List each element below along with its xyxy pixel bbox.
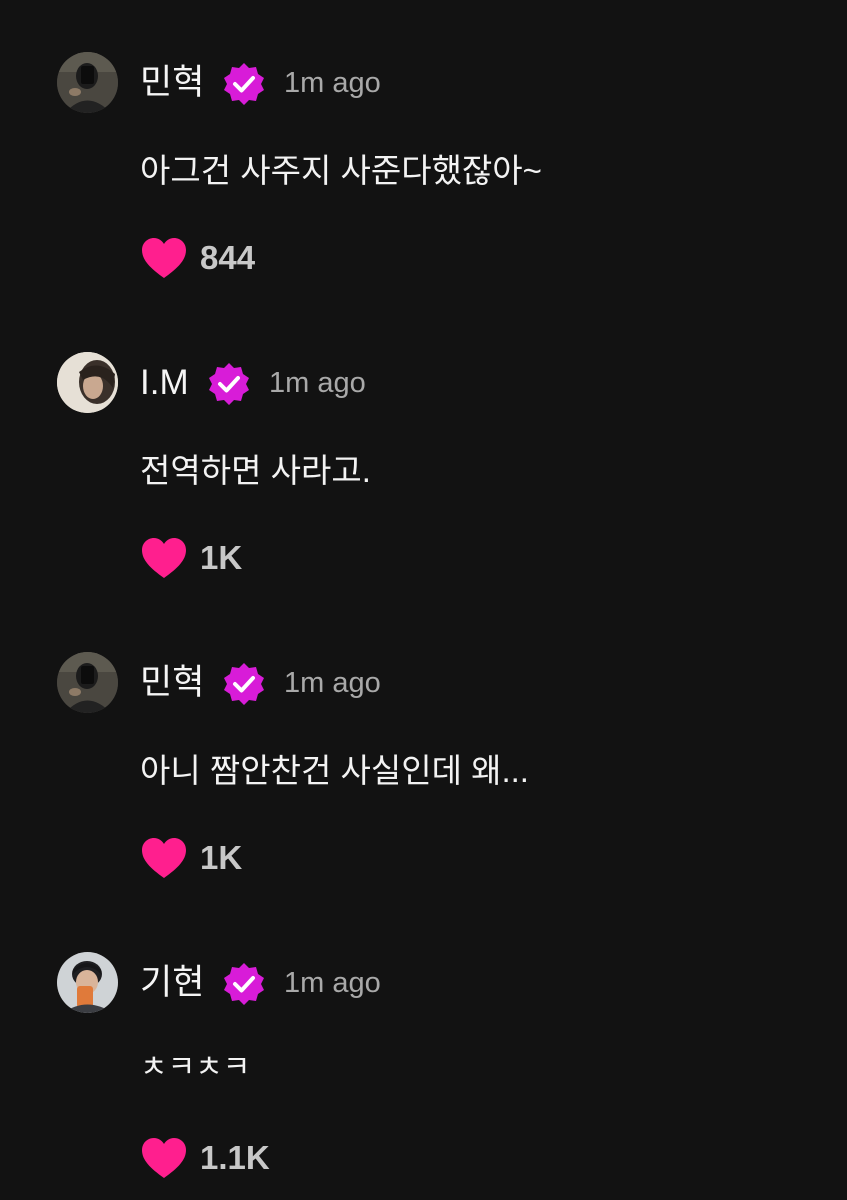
avatar[interactable] — [57, 352, 118, 413]
comment-item: I.M 1m ago 전역하면 사라고. 1K — [0, 300, 847, 600]
like-count: 844 — [200, 239, 256, 276]
avatar[interactable] — [57, 52, 118, 113]
comment-author[interactable]: 기현 — [140, 961, 204, 1005]
like-count: 1K — [200, 839, 243, 876]
like-count: 1.1K — [200, 1139, 270, 1176]
comment-time: 1m ago — [284, 667, 381, 699]
comment-author[interactable]: I.M — [140, 361, 189, 405]
comment-author[interactable]: 민혁 — [140, 61, 204, 105]
avatar-image — [57, 52, 118, 113]
avatar-image — [57, 952, 118, 1013]
comment-item: 민혁 1m ago 아그건 사주지 사준다했잖아~ 844 — [0, 0, 847, 300]
verified-badge-icon — [224, 663, 264, 705]
heart-icon[interactable] — [140, 1136, 188, 1180]
comment-time: 1m ago — [284, 67, 381, 99]
avatar[interactable] — [57, 952, 118, 1013]
like-count: 1K — [200, 539, 243, 576]
avatar-image — [57, 352, 118, 413]
comment-text: 아니 짬안찬건 사실인데 왜... — [140, 752, 529, 789]
comment-text: ㅊㅋㅊㅋ — [140, 1051, 251, 1084]
avatar[interactable] — [57, 652, 118, 713]
comment-time: 1m ago — [269, 367, 366, 399]
heart-icon[interactable] — [140, 236, 188, 280]
verified-badge-icon — [224, 63, 264, 105]
comment-item: 기현 1m ago ㅊㅋㅊㅋ 1.1K — [0, 900, 847, 1200]
comment-author[interactable]: 민혁 — [140, 661, 204, 705]
verified-badge-icon — [209, 363, 249, 405]
comment-item: 민혁 1m ago 아니 짬안찬건 사실인데 왜... 1K — [0, 600, 847, 900]
comment-text: 전역하면 사라고. — [140, 452, 371, 489]
heart-icon[interactable] — [140, 536, 188, 580]
verified-badge-icon — [224, 963, 264, 1005]
heart-icon[interactable] — [140, 836, 188, 880]
comment-text: 아그건 사주지 사준다했잖아~ — [140, 152, 542, 189]
avatar-image — [57, 652, 118, 713]
comment-time: 1m ago — [284, 967, 381, 999]
